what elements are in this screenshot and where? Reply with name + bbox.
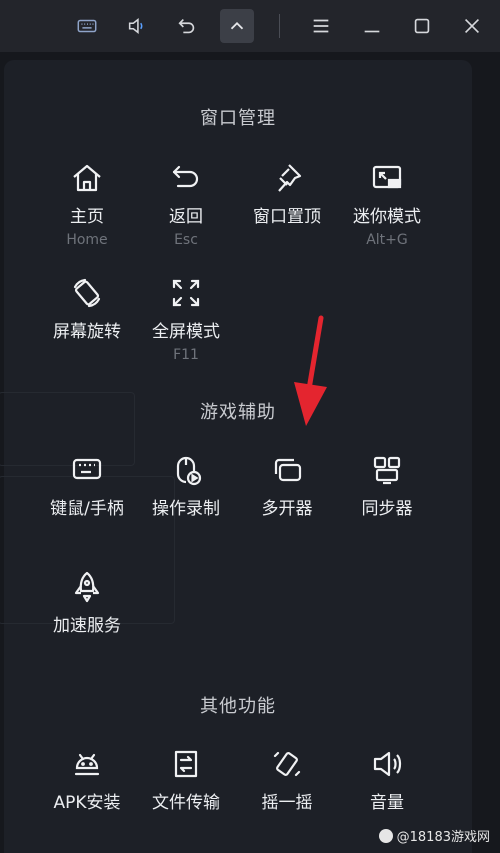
watermark: @18183游戏网: [378, 826, 490, 845]
annotation-arrow: [294, 315, 327, 426]
watermark-logo-icon: [378, 829, 393, 843]
watermark-text: @18183游戏网: [396, 830, 490, 845]
